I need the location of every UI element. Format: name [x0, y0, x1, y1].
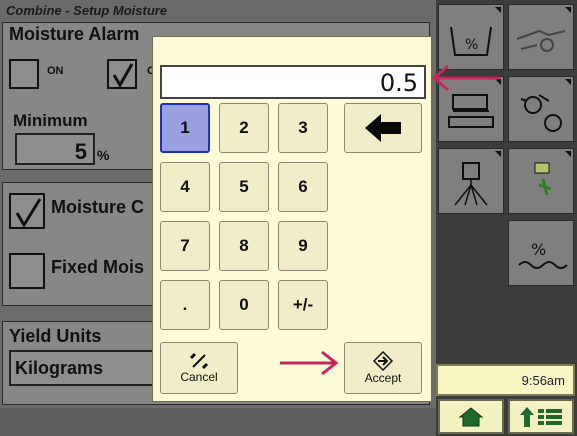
svg-text:%: % [465, 37, 478, 53]
chopper-icon [534, 162, 552, 196]
key-plus-minus[interactable]: +/- [278, 280, 328, 330]
alarm-off-checkbox[interactable] [107, 59, 137, 89]
key-9[interactable]: 9 [278, 221, 328, 271]
keypad-value-field[interactable]: 0.5 [160, 65, 426, 99]
keypad-value: 0.5 [379, 69, 418, 97]
fixed-moisture-label: Fixed Mois [51, 257, 145, 277]
clock-display: 9:56am [436, 364, 575, 396]
fixed-moisture-checkbox[interactable] [9, 253, 45, 289]
crop-settings-icon [520, 94, 562, 132]
accept-icon [372, 351, 394, 371]
crop-settings-button[interactable] [508, 76, 574, 142]
key-1[interactable]: 1 [160, 103, 210, 153]
accept-button[interactable]: Accept [344, 342, 422, 394]
spreader-button[interactable] [438, 148, 504, 214]
yield-units-dropdown[interactable]: Kilograms [9, 350, 159, 386]
key-7[interactable]: 7 [160, 221, 210, 271]
key-0[interactable]: 0 [219, 280, 269, 330]
backspace-button[interactable] [344, 103, 422, 153]
minimum-label: Minimum [13, 111, 88, 130]
moisture-percent-icon: % [518, 240, 568, 269]
annotation-arrow-accept [280, 350, 339, 376]
alarm-on-label: ON [47, 65, 64, 77]
key-6[interactable]: 6 [278, 162, 328, 212]
menu-button[interactable] [508, 399, 574, 434]
key-2[interactable]: 2 [219, 103, 269, 153]
key-3[interactable]: 3 [278, 103, 328, 153]
cancel-button[interactable]: Cancel [160, 342, 238, 394]
moisture-percent-button[interactable]: % [508, 220, 574, 286]
key-5[interactable]: 5 [219, 162, 269, 212]
cancel-label: Cancel [180, 370, 218, 384]
backspace-arrow-icon [365, 114, 401, 142]
key-decimal[interactable]: . [160, 280, 210, 330]
status-strip [0, 408, 436, 436]
chopper-button[interactable] [508, 148, 574, 214]
page-title: Combine - Setup Moisture [0, 0, 436, 20]
cancel-icon [189, 352, 209, 370]
minimum-unit: % [97, 147, 110, 163]
checkmark-icon [15, 198, 42, 227]
moisture-alarm-heading: Moisture Alarm [9, 24, 140, 44]
checkmark-icon [112, 63, 134, 87]
clock-time: 9:56am [521, 373, 565, 388]
spreader-icon [454, 162, 488, 206]
moisture-option-checkbox[interactable] [9, 193, 45, 229]
minimum-value: 5 [74, 139, 87, 164]
minimum-value-field[interactable]: 5 [15, 133, 95, 165]
accept-label: Accept [364, 371, 402, 385]
yield-units-heading: Yield Units [9, 326, 102, 346]
home-icon [458, 407, 484, 427]
key-8[interactable]: 8 [219, 221, 269, 271]
header-reel-button[interactable] [508, 4, 574, 70]
yield-units-value: Kilograms [15, 358, 104, 378]
alarm-on-checkbox[interactable] [9, 59, 39, 89]
moisture-option-label: Moisture C [51, 197, 145, 217]
header-reel-icon [516, 29, 566, 52]
menu-icon [520, 407, 562, 427]
svg-text:%: % [531, 240, 546, 259]
home-button[interactable] [438, 399, 504, 434]
key-4[interactable]: 4 [160, 162, 210, 212]
annotation-arrow-value [431, 64, 500, 92]
